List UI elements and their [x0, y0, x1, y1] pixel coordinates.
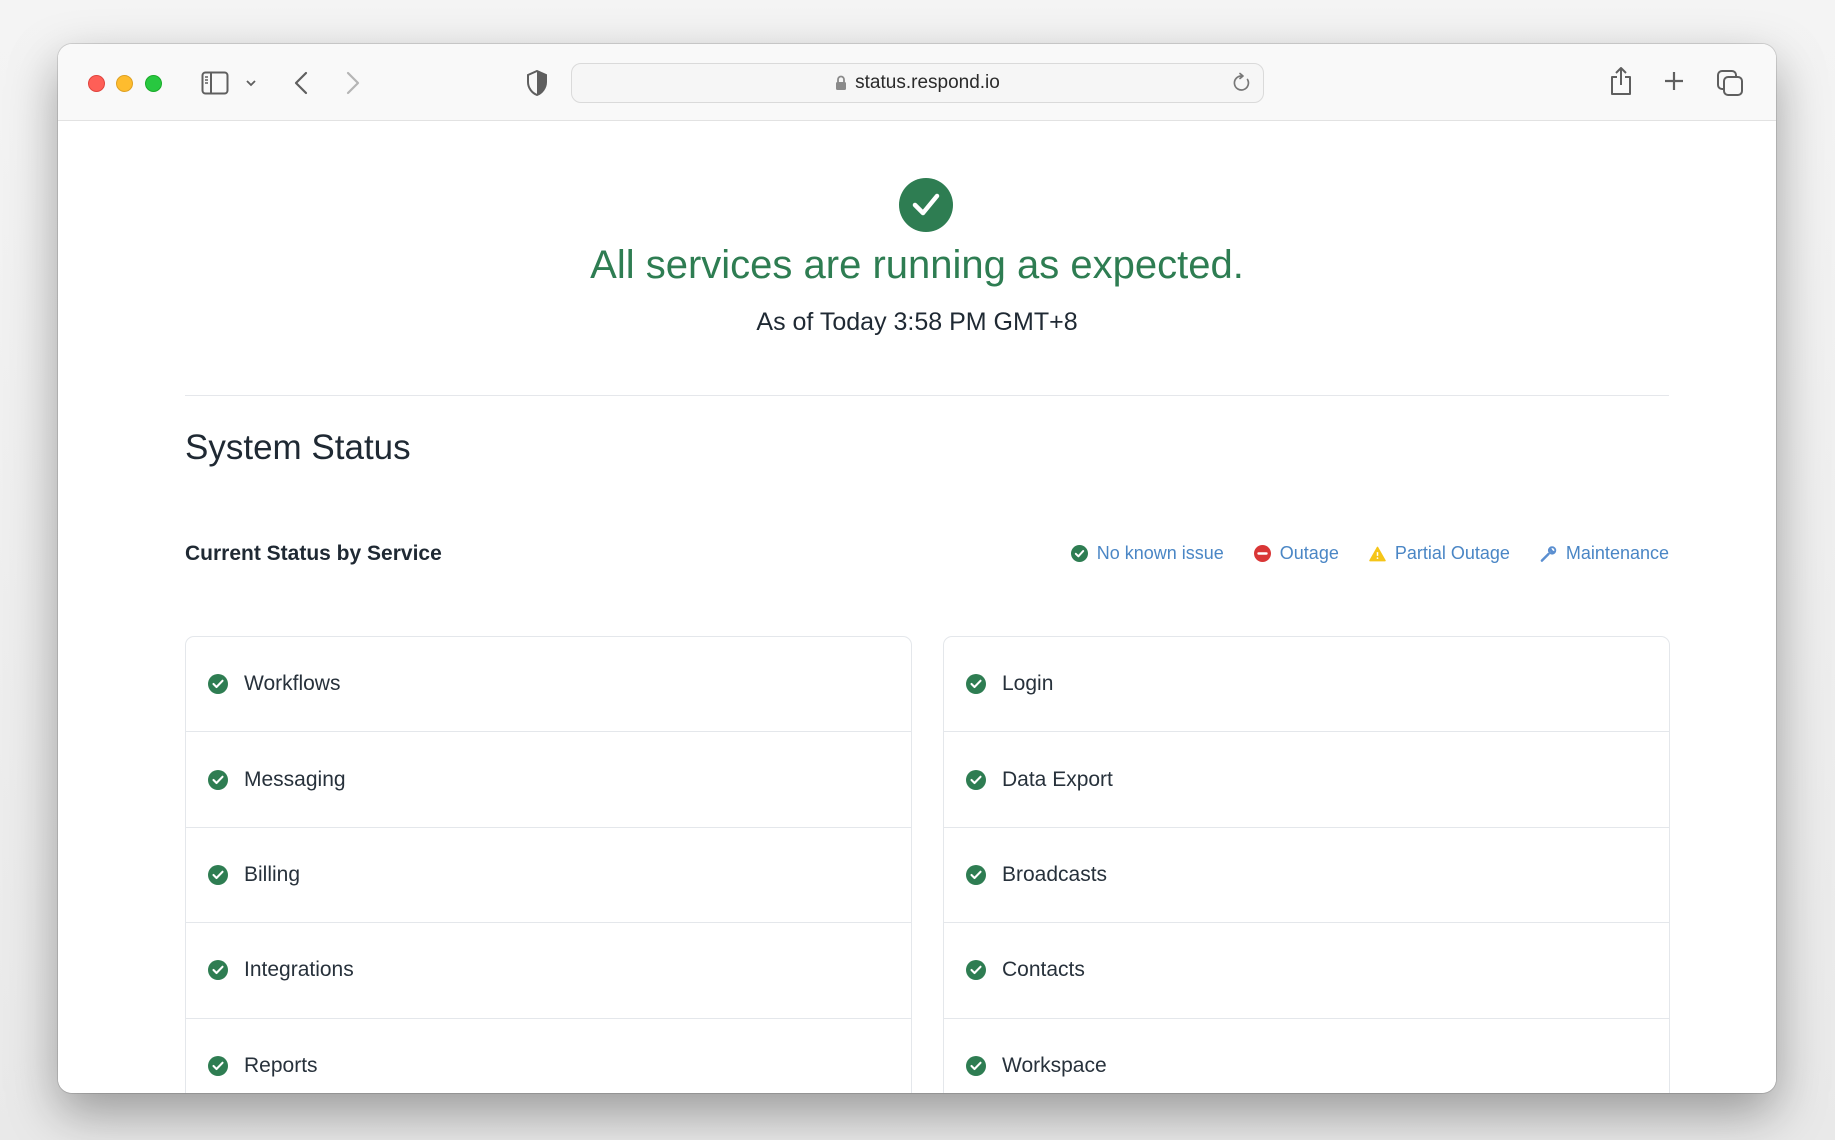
services-card-left: Workflows Messaging Billing Integrations…	[185, 636, 912, 1093]
check-circle-icon	[208, 864, 228, 885]
service-row-workspace: Workspace	[944, 1019, 1669, 1093]
browser-toolbar: status.respond.io	[58, 44, 1776, 121]
tab-overview-icon[interactable]	[1715, 68, 1745, 98]
service-name: Login	[1002, 672, 1054, 696]
services-card-right: Login Data Export Broadcasts Contacts Wo…	[943, 636, 1670, 1093]
reload-icon[interactable]	[1231, 72, 1253, 94]
url-text[interactable]: status.respond.io	[855, 72, 1000, 94]
status-legend: No known issue Outage Partial Outage Mai…	[1070, 543, 1669, 564]
service-row-broadcasts: Broadcasts	[944, 828, 1669, 924]
minimize-window-button[interactable]	[116, 75, 133, 92]
service-row-data-export: Data Export	[944, 732, 1669, 828]
sidebar-icon[interactable]	[200, 70, 230, 96]
service-row-login: Login	[944, 637, 1669, 733]
maximize-window-button[interactable]	[145, 75, 162, 92]
service-name: Messaging	[244, 767, 346, 791]
service-row-contacts: Contacts	[944, 923, 1669, 1019]
minus-circle-icon	[1253, 545, 1271, 562]
status-timestamp: As of Today 3:58 PM GMT+8	[756, 308, 1078, 336]
service-name: Reports	[244, 1054, 318, 1078]
lock-icon	[835, 75, 847, 91]
legend-label: Maintenance	[1565, 543, 1669, 563]
privacy-shield-icon[interactable]	[524, 68, 550, 98]
check-circle-icon	[966, 769, 986, 790]
wrench-icon	[1540, 545, 1557, 562]
check-circle-icon	[208, 960, 228, 981]
legend-partial-outage: Partial Outage	[1369, 543, 1510, 564]
chevron-down-icon[interactable]	[243, 72, 259, 94]
check-circle-icon	[966, 1056, 986, 1077]
check-circle-icon	[1070, 545, 1088, 562]
legend-maintenance: Maintenance	[1540, 543, 1669, 564]
browser-window: status.respond.io All services are runni…	[58, 44, 1776, 1093]
section-title: System Status	[185, 428, 411, 467]
warning-triangle-icon	[1369, 545, 1386, 562]
check-circle-icon	[966, 674, 986, 695]
back-icon[interactable]	[289, 68, 313, 98]
legend-outage: Outage	[1253, 543, 1339, 564]
service-row-reports: Reports	[186, 1019, 911, 1093]
check-circle-icon	[966, 960, 986, 981]
service-row-messaging: Messaging	[186, 732, 911, 828]
legend-label: Partial Outage	[1394, 543, 1510, 563]
service-name: Contacts	[1002, 958, 1085, 982]
page-content: All services are running as expected. As…	[58, 122, 1776, 1093]
service-name: Broadcasts	[1002, 862, 1108, 886]
close-window-button[interactable]	[88, 75, 105, 92]
legend-label: Outage	[1279, 543, 1339, 563]
share-icon[interactable]	[1607, 64, 1635, 98]
check-circle-icon	[208, 674, 228, 695]
new-tab-icon[interactable]	[1661, 68, 1687, 94]
section-subtitle: Current Status by Service	[185, 542, 442, 565]
address-bar[interactable]: status.respond.io	[571, 63, 1264, 103]
legend-no-known-issue: No known issue	[1070, 543, 1224, 564]
check-circle-icon	[208, 769, 228, 790]
check-circle-icon	[208, 1056, 228, 1077]
service-name: Billing	[244, 862, 301, 886]
legend-label: No known issue	[1096, 543, 1224, 563]
overall-status-title: All services are running as expected.	[590, 243, 1244, 287]
divider	[185, 395, 1669, 396]
service-row-workflows: Workflows	[186, 637, 911, 733]
check-circle-icon	[966, 864, 986, 885]
service-name: Data Export	[1002, 767, 1113, 791]
check-circle-icon	[899, 178, 953, 232]
service-row-billing: Billing	[186, 828, 911, 924]
service-row-integrations: Integrations	[186, 923, 911, 1019]
forward-icon[interactable]	[341, 68, 365, 98]
service-name: Workspace	[1002, 1054, 1107, 1078]
service-name: Workflows	[244, 672, 341, 696]
service-name: Integrations	[244, 958, 354, 982]
